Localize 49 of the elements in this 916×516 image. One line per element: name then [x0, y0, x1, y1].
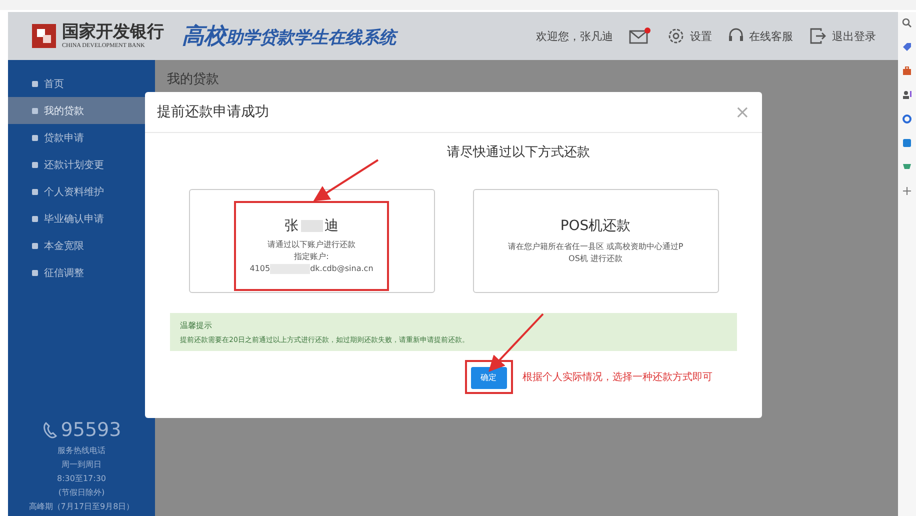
card-text: OS机 进行还款 [568, 253, 622, 265]
sidebar-item[interactable]: 首页 [8, 70, 155, 97]
redacted-block [300, 220, 322, 232]
tip-title: 温馨提示 [180, 320, 213, 330]
plus-icon[interactable] [902, 186, 912, 196]
account-text: 4105 [250, 263, 270, 275]
option-title: POS机还款 [560, 217, 631, 235]
mail-icon[interactable] [629, 27, 651, 45]
online-service-button[interactable]: 在线客服 [728, 27, 793, 45]
cart-icon[interactable] [902, 162, 912, 172]
confirm-button[interactable]: 确定 [470, 366, 506, 388]
sidebar-item[interactable]: 征信调整 [8, 259, 155, 286]
hotline-info: 8:30至17:30 [56, 473, 106, 485]
annotation-text: 根据个人实际情况，选择一种还款方式即可 [522, 370, 712, 384]
sidebar-item[interactable]: 个人资料维护 [8, 178, 155, 205]
bank-name: 国家开发银行 [62, 24, 164, 40]
welcome-text: 欢迎您，张凡迪 [536, 28, 613, 44]
settings-button[interactable]: 设置 [667, 27, 712, 45]
name-text: 张 [284, 217, 298, 235]
logout-icon [809, 27, 827, 45]
tag-icon[interactable] [902, 42, 912, 52]
card-text: 指定账户: [294, 251, 329, 263]
name-text: 迪 [324, 217, 338, 235]
hotline-info: (节假日除外) [58, 487, 105, 499]
system-title: 高校助学贷款学生在线系统 [182, 21, 396, 51]
settings-icon [667, 27, 685, 45]
card-text: 请通过以下账户进行还款 [268, 239, 356, 251]
payment-option-card[interactable]: 张 迪 请通过以下账户进行还款 指定账户: 4105 dk.cdb@sina.cn [188, 189, 434, 293]
bank-logo-icon [32, 24, 56, 48]
annotation-arrow [313, 159, 379, 202]
sidebar-item[interactable]: 贷款申请 [8, 124, 155, 151]
sidebar-item[interactable]: 还款计划变更 [8, 151, 155, 178]
logout-button[interactable]: 退出登录 [809, 27, 876, 45]
phone-icon [42, 421, 58, 439]
briefcase-icon[interactable] [902, 66, 912, 76]
page-title: 我的贷款 [167, 72, 219, 87]
person-icon[interactable] [902, 90, 912, 100]
annotation-text: 请尽快通过以下方式还款 [447, 144, 590, 161]
hotline-info: 高峰期（7月17日至9月8日） [28, 501, 134, 513]
account-text: dk.cdb@sina.cn [310, 263, 374, 275]
hotline-info: 周一到周日 [62, 459, 102, 471]
dialog-title: 提前还款申请成功 [157, 103, 269, 121]
hotline-info: 服务热线电话 [58, 445, 106, 457]
hotline-number: 95593 [60, 418, 122, 442]
search-icon[interactable] [902, 18, 912, 28]
payment-option-card[interactable]: POS机还款 请在您户籍所在省任一县区 或高校资助中心通过P OS机 进行还款 [472, 189, 718, 293]
sidebar-item[interactable]: 毕业确认申请 [8, 205, 155, 232]
card-text: 请在您户籍所在省任一县区 或高校资助中心通过P [508, 241, 684, 253]
sidebar-item[interactable]: 本金宽限 [8, 232, 155, 259]
